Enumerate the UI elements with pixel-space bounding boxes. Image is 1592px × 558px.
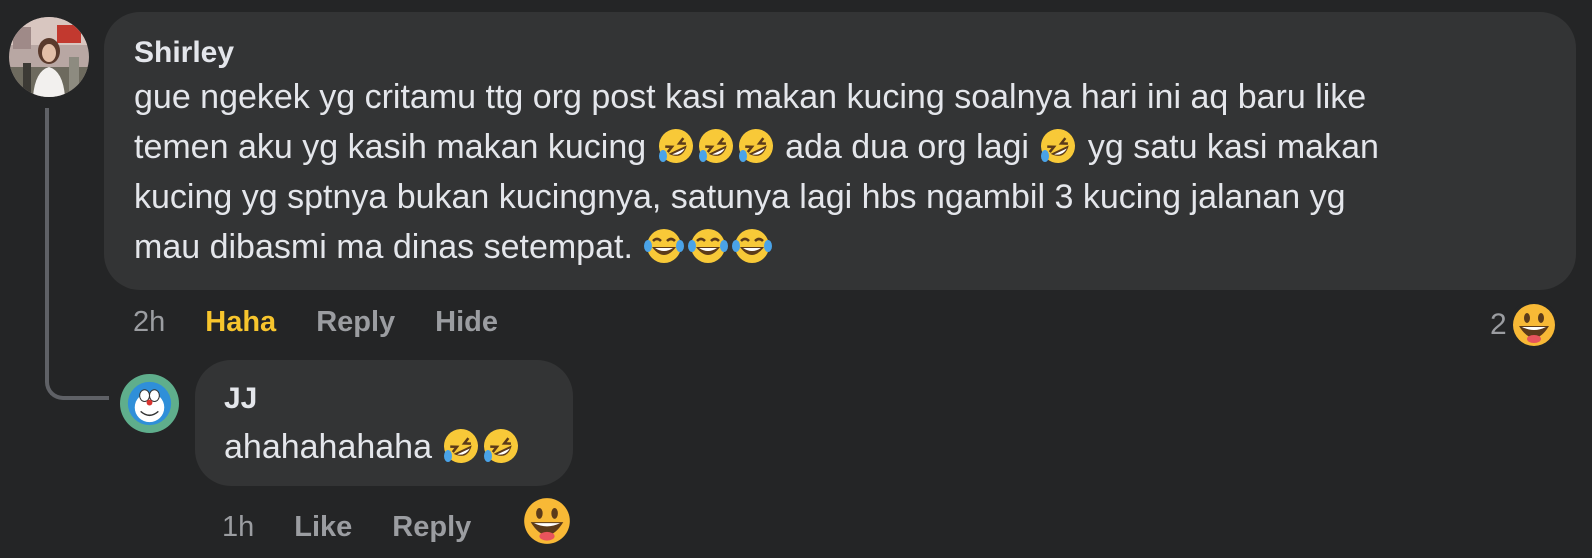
comment-author[interactable]: Shirley xyxy=(134,34,1546,72)
comment-timestamp[interactable]: 1h xyxy=(222,511,254,544)
grinning-face-icon xyxy=(1508,300,1559,350)
comment-actions: 1h Like Reply xyxy=(222,507,511,547)
comment-bubble-jj: JJ ahahahahaha xyxy=(195,360,573,486)
grinning-face-icon[interactable] xyxy=(522,496,572,546)
avatar-jj[interactable] xyxy=(120,374,179,433)
comment-text-line: temen aku yg kasih makan kucing xyxy=(134,128,647,166)
comment-text: gue ngekek yg critamu ttg org post kasi … xyxy=(134,72,1546,272)
rolling-laughing-emoji-icon xyxy=(696,126,736,166)
tears-of-joy-emoji-icon xyxy=(642,226,686,266)
comment-timestamp[interactable]: 2h xyxy=(133,306,165,339)
comment-text-line: yg satu kasi makan xyxy=(1087,128,1379,166)
haha-reaction-button[interactable]: Haha xyxy=(205,306,276,339)
comment-text-line: ahahahahaha xyxy=(224,428,433,466)
tears-of-joy-emoji-icon xyxy=(730,226,774,266)
like-button[interactable]: Like xyxy=(294,511,352,544)
comment-text: ahahahahaha xyxy=(224,422,544,472)
comment-text-line: mau dibasmi ma dinas setempat. xyxy=(134,228,633,266)
comment-bubble-shirley: Shirley gue ngekek yg critamu ttg org po… xyxy=(104,12,1576,290)
comment-actions: 2h Haha Reply Hide xyxy=(133,302,538,342)
comment-text-line: kucing yg sptnya bukan kucingnya, satuny… xyxy=(134,178,1346,216)
rolling-laughing-emoji-icon xyxy=(736,126,776,166)
avatar-shirley[interactable] xyxy=(9,17,89,97)
rolling-laughing-emoji-icon xyxy=(1038,126,1078,166)
reaction-count: 2 xyxy=(1490,308,1507,341)
hide-button[interactable]: Hide xyxy=(435,306,498,339)
thread-connector-line xyxy=(45,108,109,400)
comment-author[interactable]: JJ xyxy=(224,380,544,418)
comment-thread: Shirley gue ngekek yg critamu ttg org po… xyxy=(0,0,1592,558)
reply-button[interactable]: Reply xyxy=(316,306,395,339)
rolling-laughing-emoji-icon xyxy=(656,126,696,166)
comment-text-line: gue ngekek yg critamu ttg org post kasi … xyxy=(134,78,1367,116)
comment-text-line: ada dua org lagi xyxy=(785,128,1029,166)
reply-button[interactable]: Reply xyxy=(392,511,471,544)
rolling-laughing-emoji-icon xyxy=(481,426,521,466)
rolling-laughing-emoji-icon xyxy=(441,426,481,466)
reaction-summary[interactable]: 2 xyxy=(1490,300,1559,350)
tears-of-joy-emoji-icon xyxy=(686,226,730,266)
